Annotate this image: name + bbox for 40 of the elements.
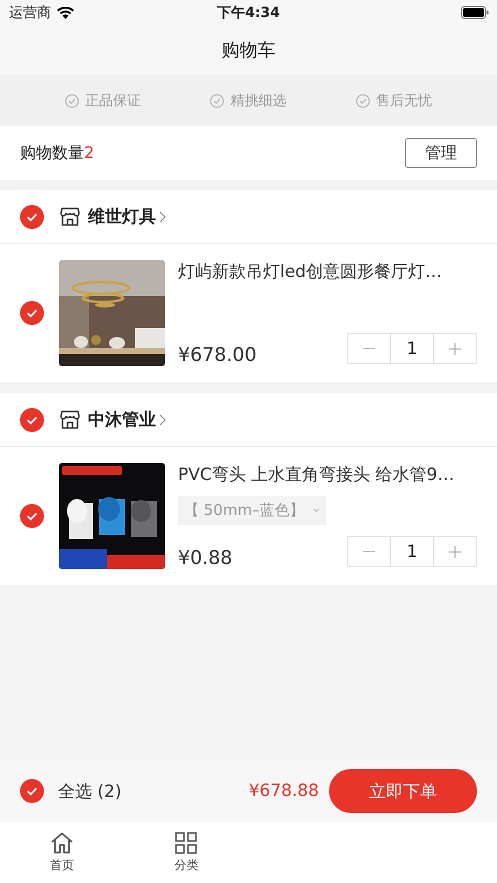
store-icon — [60, 207, 80, 226]
guarantee-label: 精挑细选 — [230, 92, 286, 110]
order-button[interactable]: 立即下单 — [329, 769, 477, 813]
product-price: ¥0.88 — [178, 547, 232, 569]
select-all-checkbox[interactable] — [20, 779, 44, 803]
select-all-label[interactable]: 全选 (2) — [58, 780, 122, 802]
carrier-label: 运营商 — [9, 4, 51, 22]
chevron-right-icon[interactable] — [159, 210, 166, 222]
store-checkbox[interactable] — [20, 204, 44, 228]
total-price: ¥678.88 — [248, 781, 319, 801]
chevron-right-icon[interactable] — [159, 414, 166, 426]
store-icon — [60, 410, 80, 429]
guarantee-label: 售后无忧 — [376, 92, 432, 110]
home-icon — [50, 832, 74, 854]
clock-time: 下午4:34 — [217, 4, 280, 22]
check-circle-icon — [210, 94, 224, 108]
cart-count-label: 购物数量2 — [20, 142, 94, 164]
product-title[interactable]: PVC弯头 上水直角弯接头 给水管9… — [178, 463, 477, 486]
store-checkbox[interactable] — [20, 408, 44, 432]
check-circle-icon — [64, 94, 79, 108]
minus-icon — [363, 348, 375, 350]
page-title: 购物车 — [222, 39, 276, 62]
check-circle-icon — [356, 94, 370, 108]
plus-icon — [449, 546, 461, 558]
manage-button[interactable]: 管理 — [405, 138, 477, 168]
battery-icon — [461, 6, 489, 19]
store-name[interactable]: 中沐管业 — [88, 408, 156, 431]
plus-icon — [449, 342, 461, 354]
product-title[interactable]: 灯屿新款吊灯led创意圆形餐厅灯… — [178, 260, 477, 283]
item-checkbox[interactable] — [20, 504, 44, 528]
caret-icon — [312, 508, 320, 512]
store-name[interactable]: 维世灯具 — [88, 205, 156, 228]
grid-icon — [175, 832, 198, 854]
item-checkbox[interactable] — [20, 301, 44, 325]
tab-item[interactable]: 分类 — [124, 822, 248, 883]
guarantee-label: 正品保证 — [84, 92, 141, 110]
minus-icon — [363, 550, 375, 552]
wifi-icon — [57, 6, 74, 18]
product-price: ¥678.00 — [178, 344, 257, 366]
tab-item[interactable]: 首页 — [0, 822, 124, 883]
